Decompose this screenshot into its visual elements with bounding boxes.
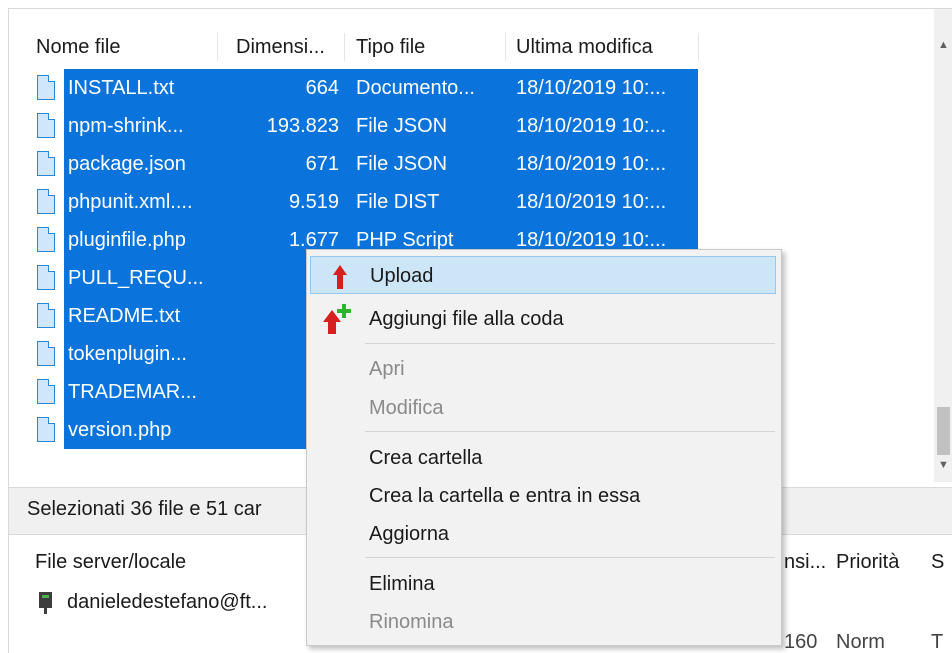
- menu-item-label: Modifica: [369, 397, 444, 419]
- file-icon: [37, 417, 55, 442]
- menu-item-refresh[interactable]: Aggiorna: [307, 515, 781, 553]
- menu-item-rename: Rinomina: [307, 603, 781, 641]
- column-name[interactable]: Nome file: [36, 29, 120, 65]
- queue-row-priority: Norm: [836, 631, 885, 653]
- menu-item-create-dir-enter[interactable]: Crea la cartella e entra in essa: [307, 477, 781, 515]
- file-name: README.txt: [68, 305, 181, 327]
- file-name: tokenplugin...: [68, 343, 187, 365]
- file-name: version.php: [68, 419, 172, 441]
- file-name: TRADEMAR...: [68, 381, 197, 403]
- column-divider[interactable]: [505, 33, 506, 61]
- file-icon: [37, 265, 55, 290]
- file-type: Documento...: [356, 77, 475, 99]
- column-divider[interactable]: [217, 33, 218, 61]
- file-icon: [37, 75, 55, 100]
- menu-item-label: Elimina: [369, 573, 435, 595]
- file-name: package.json: [68, 153, 186, 175]
- scroll-down-icon[interactable]: ▼: [938, 459, 949, 471]
- menu-item-delete[interactable]: Elimina: [307, 565, 781, 603]
- menu-separator: [365, 431, 775, 432]
- menu-separator: [365, 343, 775, 344]
- queue-column-server[interactable]: File server/locale: [35, 551, 186, 574]
- file-size: 664: [305, 77, 339, 99]
- queue-column-status[interactable]: S: [931, 551, 944, 574]
- menu-item-label: Upload: [370, 265, 434, 287]
- menu-item-upload[interactable]: Upload: [310, 256, 776, 294]
- file-type: File JSON: [356, 115, 448, 137]
- queue-server-row[interactable]: danieledestefano@ft...: [67, 591, 267, 614]
- file-row[interactable]: phpunit.xml.... 9.519 File DIST 18/10/20…: [9, 183, 709, 221]
- file-size: 671: [305, 153, 339, 175]
- menu-item-label: Aggiungi file alla coda: [369, 308, 564, 330]
- file-type: File DIST: [356, 191, 440, 213]
- menu-item-create-dir[interactable]: Crea cartella: [307, 439, 781, 477]
- column-type[interactable]: Tipo file: [356, 29, 425, 65]
- file-row[interactable]: package.json 671 File JSON 18/10/2019 10…: [9, 145, 709, 183]
- queue-row-status: T: [931, 631, 944, 653]
- column-modified[interactable]: Ultima modifica: [516, 29, 653, 65]
- file-size: 193.823: [266, 115, 339, 137]
- file-modified: 18/10/2019 10:...: [516, 77, 667, 99]
- menu-item-edit: Modifica: [307, 389, 781, 427]
- menu-item-label: Aggiorna: [369, 523, 450, 545]
- scroll-up-icon[interactable]: ▲: [938, 39, 949, 51]
- file-type: File JSON: [356, 153, 448, 175]
- column-size[interactable]: Dimensi...: [236, 29, 325, 65]
- file-icon: [37, 151, 55, 176]
- menu-item-label: Rinomina: [369, 611, 454, 633]
- context-menu: Upload Aggiungi file alla coda Apri Modi…: [306, 249, 782, 646]
- queue-column-priority[interactable]: Priorità: [836, 551, 899, 574]
- column-divider[interactable]: [698, 33, 699, 61]
- file-icon: [37, 227, 55, 252]
- scrollbar-thumb[interactable]: [937, 407, 950, 455]
- file-name: PULL_REQU...: [68, 267, 204, 289]
- file-size: 9.519: [288, 191, 339, 213]
- selection-status: Selezionati 36 file e 51 car: [27, 498, 262, 520]
- menu-item-label: Crea cartella: [369, 447, 483, 469]
- file-row[interactable]: npm-shrink... 193.823 File JSON 18/10/20…: [9, 107, 709, 145]
- file-icon: [37, 189, 55, 214]
- file-icon: [37, 113, 55, 138]
- add-to-queue-icon: [323, 304, 351, 334]
- column-divider[interactable]: [344, 33, 345, 61]
- menu-item-add-to-queue[interactable]: Aggiungi file alla coda: [307, 300, 781, 338]
- menu-item-label: Crea la cartella e entra in essa: [369, 485, 641, 507]
- column-header: Nome file Dimensi... Tipo file Ultima mo…: [9, 29, 709, 65]
- menu-item-open: Apri: [307, 350, 781, 388]
- file-icon: [37, 341, 55, 366]
- file-name: pluginfile.php: [68, 229, 186, 251]
- file-modified: 18/10/2019 10:...: [516, 191, 667, 213]
- file-icon: [37, 379, 55, 404]
- file-icon: [37, 303, 55, 328]
- file-name: phpunit.xml....: [68, 191, 193, 213]
- queue-column-size[interactable]: nsi...: [784, 551, 826, 574]
- file-modified: 18/10/2019 10:...: [516, 115, 667, 137]
- menu-separator: [365, 557, 775, 558]
- menu-item-label: Apri: [369, 358, 405, 380]
- upload-arrow-icon: [333, 265, 347, 289]
- vertical-scrollbar[interactable]: ▲ ▼: [934, 9, 952, 482]
- queue-row-size: 160: [784, 631, 818, 653]
- file-row[interactable]: INSTALL.txt 664 Documento... 18/10/2019 …: [9, 69, 709, 107]
- file-modified: 18/10/2019 10:...: [516, 153, 667, 175]
- file-name: INSTALL.txt: [68, 77, 175, 99]
- file-name: npm-shrink...: [68, 115, 184, 137]
- server-icon: [39, 592, 52, 616]
